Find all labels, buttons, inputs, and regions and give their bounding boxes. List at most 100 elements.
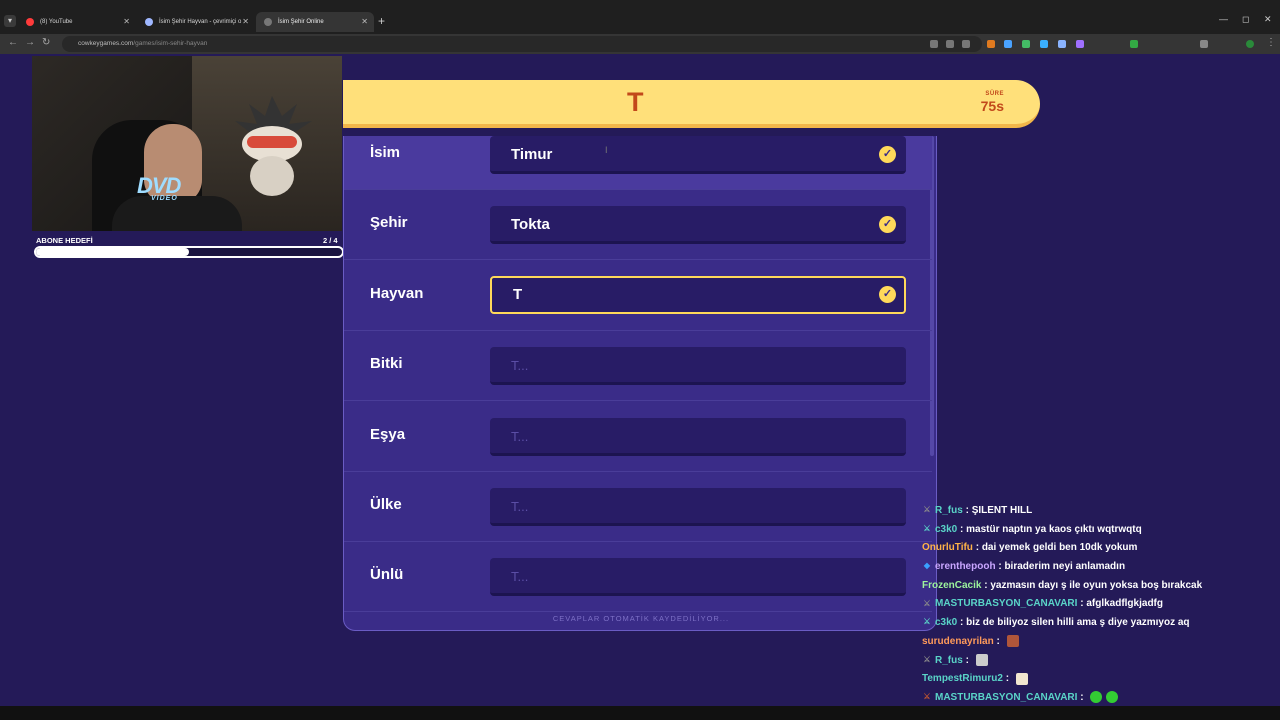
browser-tab-youtube[interactable]: (8) YouTube ✕ bbox=[18, 12, 136, 32]
form-row-7: Ünlü T... bbox=[344, 542, 932, 613]
chat-text: biraderim neyi anlamadın bbox=[1004, 561, 1126, 573]
profile-avatar-icon[interactable] bbox=[1246, 40, 1254, 48]
answer-input[interactable]: T ✓ bbox=[490, 275, 906, 314]
site-favicon-icon bbox=[264, 18, 272, 26]
round-letter: T bbox=[627, 87, 644, 117]
eye-off-icon[interactable] bbox=[946, 40, 954, 48]
chat-separator: : bbox=[1002, 673, 1012, 685]
answer-input[interactable]: T... bbox=[490, 347, 906, 386]
chat-separator: : bbox=[957, 523, 967, 535]
url-path: /games/isim-sehir-hayvan bbox=[133, 40, 208, 47]
menu-dots-icon[interactable]: ⋮ bbox=[1266, 37, 1276, 48]
chat-username[interactable]: FrozenCacik bbox=[922, 580, 981, 591]
chat-emote-icon bbox=[975, 653, 988, 666]
close-tab-icon[interactable]: ✕ bbox=[242, 12, 249, 32]
field-label: İsim bbox=[370, 144, 401, 161]
extension-icon[interactable] bbox=[1004, 40, 1012, 48]
extensions-puzzle-icon[interactable] bbox=[1200, 40, 1208, 48]
answer-input[interactable]: Tokta ✓ bbox=[490, 206, 906, 245]
chat-message: FrozenCacik : yazmasın dayı ş ile oyun y… bbox=[922, 577, 1252, 596]
extension-icon[interactable] bbox=[1058, 40, 1066, 48]
close-window-icon[interactable]: ✕ bbox=[1264, 14, 1272, 25]
chat-message: ◆ erenthepooh : biraderim neyi anlamadın bbox=[922, 558, 1252, 577]
webcam-overlay: DVD VIDEO bbox=[32, 56, 342, 231]
new-tab-plus-icon[interactable]: + bbox=[378, 14, 385, 28]
close-tab-icon[interactable]: ✕ bbox=[123, 12, 130, 32]
subscriber-goal-progress-fill bbox=[36, 248, 189, 256]
chat-text: mastür naptın ya kaos çıktı wqtrwqtq bbox=[966, 523, 1142, 535]
browser-tab-isim-sehir-hayvan[interactable]: İsim Şehir Hayvan - çevrimiçi o ✕ bbox=[137, 12, 255, 32]
chat-username[interactable]: c3k0 bbox=[935, 524, 957, 535]
extension-icon[interactable] bbox=[1076, 40, 1084, 48]
chat-text: yazmasın dayı ş ile oyun yoksa boş bırak… bbox=[990, 579, 1203, 591]
chat-message: OnurluTifu : dai yemek geldi ben 10dk yo… bbox=[922, 539, 1252, 558]
chat-username[interactable]: c3k0 bbox=[935, 617, 957, 628]
chat-message: ⚔ R_fus : ŞILENT HILL bbox=[922, 502, 1252, 521]
extension-icon[interactable] bbox=[1022, 40, 1030, 48]
reload-icon[interactable]: ↻ bbox=[42, 37, 50, 48]
close-tab-icon[interactable]: ✕ bbox=[361, 12, 368, 32]
url-field[interactable]: cowkeygames.com/games/isim-sehir-hayvan bbox=[62, 36, 982, 52]
field-label: Ünlü bbox=[370, 566, 404, 584]
chat-message: surudenayrilan : bbox=[922, 633, 1252, 652]
minimize-icon[interactable]: — bbox=[1219, 14, 1228, 24]
star-icon[interactable] bbox=[962, 40, 970, 48]
chat-username[interactable]: MASTURBASYON_CANAVARI bbox=[935, 692, 1077, 703]
answer-input[interactable]: Timur ✓ bbox=[490, 136, 906, 174]
form-row-2: Şehir Tokta ✓ bbox=[344, 190, 932, 261]
chat-message: ⚔ c3k0 : mastür naptın ya kaos çıktı wqtr… bbox=[922, 521, 1252, 540]
extension-icon[interactable] bbox=[987, 40, 995, 48]
chat-text: ŞILENT HILL bbox=[971, 505, 1033, 516]
dvd-logo: DVD VIDEO bbox=[137, 173, 181, 202]
chat-message: ⚔ MASTURBASYON_CANAVARI : bbox=[922, 689, 1252, 708]
youtube-favicon-icon bbox=[26, 18, 34, 26]
chat-username[interactable]: OnurluTifu bbox=[922, 542, 973, 553]
tab-title: İsim Şehir Hayvan - çevrimiçi o bbox=[159, 19, 242, 25]
chat-username[interactable]: TempestRimuru2 bbox=[922, 673, 1003, 684]
chat-message: ⚔ MASTURBASYON_CANAVARI : afglkadflgkjadf… bbox=[922, 595, 1252, 614]
field-label: Şehir bbox=[370, 214, 408, 232]
check-icon: ✓ bbox=[879, 146, 896, 163]
back-arrow-icon[interactable]: ← bbox=[8, 37, 18, 48]
answer-input[interactable]: T... bbox=[490, 488, 906, 526]
subscriber-goal-progress-bar bbox=[34, 246, 344, 258]
chat-username[interactable]: MASTURBASYON_CANAVARI bbox=[935, 598, 1077, 609]
tab-search-icon[interactable]: ▾ bbox=[4, 15, 16, 27]
extension-icon[interactable] bbox=[1040, 40, 1048, 48]
browser-tab-bar: ▾ (8) YouTube ✕ İsim Şehir Hayvan - çevr… bbox=[0, 0, 1280, 34]
sword-badge-icon: ⚔ bbox=[923, 524, 931, 534]
chat-message: ⚔ c3k0 : biz de biliyoz silen hilli ama ş… bbox=[922, 614, 1252, 633]
browser-tab-isim-sehir-online[interactable]: İsim Şehir Online ✕ bbox=[256, 12, 374, 32]
form-row-5: Eşya T... bbox=[344, 402, 932, 472]
answer-form-panel: İsim Timur ✓ Şehir Tokta ✓ Hayvan T ✓ Bitki T... Eş… bbox=[343, 136, 937, 631]
maximize-icon[interactable]: ◻ bbox=[1242, 14, 1249, 25]
chat-username[interactable]: surudenayrilan bbox=[922, 636, 994, 647]
answer-input[interactable]: T... bbox=[490, 417, 906, 456]
chat-username[interactable]: R_fus bbox=[935, 505, 963, 516]
extension-icon[interactable] bbox=[1130, 40, 1138, 48]
chat-separator: : bbox=[972, 542, 982, 554]
chat-emote-icon bbox=[1106, 691, 1119, 704]
dvd-logo-subtext: VIDEO bbox=[151, 195, 178, 202]
chat-username[interactable]: R_fus bbox=[935, 655, 963, 666]
answer-placeholder: T... bbox=[511, 569, 529, 585]
sword-badge-icon: ⚔ bbox=[923, 692, 931, 702]
chat-message: ⚔ R_fus : bbox=[922, 652, 1252, 671]
chat-emote-icon bbox=[1006, 635, 1019, 648]
answer-value: Timur bbox=[511, 146, 553, 163]
browser-address-bar: ← → ↻ cowkeygames.com/games/isim-sehir-h… bbox=[0, 34, 1280, 54]
form-row-3: Hayvan T ✓ bbox=[344, 261, 932, 331]
globe-favicon-icon bbox=[145, 18, 153, 26]
sword-badge-icon: ⚔ bbox=[923, 654, 931, 664]
answer-input[interactable]: T... bbox=[490, 558, 906, 597]
forward-arrow-icon[interactable]: → bbox=[25, 37, 35, 48]
timer-value: 75s bbox=[980, 98, 1004, 114]
text-cursor-icon: I bbox=[605, 145, 608, 155]
game-header-bar: T SÜRE 75s bbox=[343, 80, 1040, 128]
check-icon: ✓ bbox=[879, 285, 896, 303]
answer-placeholder: T... bbox=[511, 358, 529, 374]
zoom-icon[interactable] bbox=[930, 40, 938, 48]
chat-username[interactable]: erenthepooh bbox=[935, 561, 996, 572]
field-label: Eşya bbox=[370, 425, 406, 443]
sword-badge-icon: ⚔ bbox=[923, 598, 931, 608]
